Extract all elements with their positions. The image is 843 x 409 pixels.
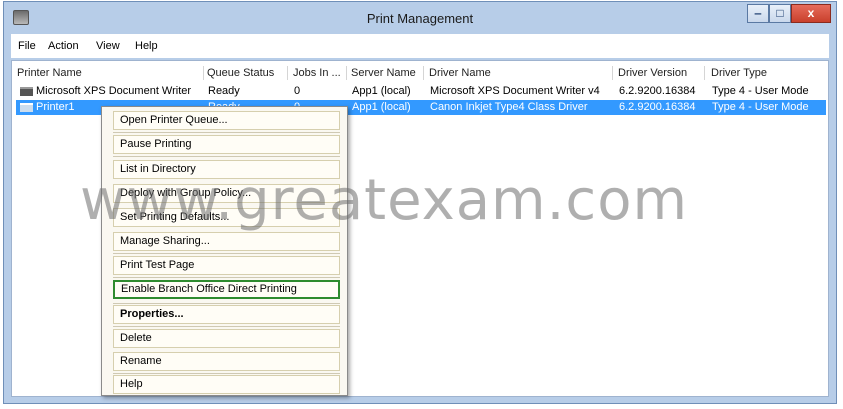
column-header-driver-type[interactable]: Driver Type [711, 67, 767, 79]
column-divider[interactable] [704, 66, 705, 80]
menu-separator [113, 326, 340, 327]
menu-item-manage-sharing[interactable]: Manage Sharing... [113, 232, 340, 251]
menu-item-pause-printing[interactable]: Pause Printing [113, 135, 340, 154]
menu-action[interactable]: Action [48, 40, 79, 52]
server-name-cell: App1 (local) [352, 85, 411, 97]
menu-item-print-test-page[interactable]: Print Test Page [113, 256, 340, 275]
close-button[interactable]: x [791, 4, 831, 23]
column-header-jobs-in-queue[interactable]: Jobs In ... [293, 67, 341, 79]
printer-icon [20, 103, 33, 112]
menu-help[interactable]: Help [135, 40, 158, 52]
driver-type-cell: Type 4 - User Mode [712, 101, 809, 113]
menu-file[interactable]: File [18, 40, 36, 52]
menu-bar: File Action View Help [11, 34, 829, 58]
window-title: Print Management [366, 11, 474, 26]
menu-view[interactable]: View [96, 40, 120, 52]
maximize-button[interactable]: □ [769, 4, 791, 23]
printer-icon [20, 87, 33, 96]
watermark-text: www.greatexam.com [80, 168, 689, 233]
menu-separator [113, 303, 340, 304]
title-bar[interactable]: Print Management ‒ □ x [4, 2, 836, 34]
menu-separator [113, 373, 340, 374]
jobs-in-queue-cell: 0 [294, 85, 301, 97]
menu-item-help[interactable]: Help [113, 375, 340, 394]
menu-separator [113, 277, 340, 278]
menu-item-open-printer-queue[interactable]: Open Printer Queue... [113, 111, 340, 130]
context-menu: Open Printer Queue... Pause Printing Lis… [101, 106, 348, 396]
column-header-driver-name[interactable]: Driver Name [429, 67, 491, 79]
driver-version-cell: 6.2.9200.16384 [619, 101, 696, 113]
column-divider[interactable] [203, 66, 204, 80]
table-row[interactable]: Microsoft XPS Document Writer Ready 0 Ap… [16, 84, 826, 99]
menu-item-delete[interactable]: Delete [113, 329, 340, 348]
printer-name-cell: Printer1 [36, 101, 75, 113]
queue-status-cell: Ready [208, 85, 240, 97]
menu-item-enable-branch-office-direct-printing[interactable]: Enable Branch Office Direct Printing [113, 280, 340, 299]
column-divider[interactable] [287, 66, 288, 80]
menu-separator [113, 132, 340, 133]
driver-version-cell: 6.2.9200.16384 [619, 85, 696, 97]
driver-type-cell: Type 4 - User Mode [712, 85, 809, 97]
server-name-cell: App1 (local) [352, 101, 411, 113]
menu-item-properties[interactable]: Properties... [113, 305, 340, 324]
printer-name-cell: Microsoft XPS Document Writer [36, 85, 192, 97]
driver-name-cell: Canon Inkjet Type4 Class Driver [430, 101, 588, 113]
column-header-printer-name[interactable]: Printer Name [17, 67, 82, 79]
column-divider[interactable] [612, 66, 613, 80]
menu-separator [113, 156, 340, 157]
column-header-queue-status[interactable]: Queue Status [207, 67, 274, 79]
minimize-button[interactable]: ‒ [747, 4, 769, 23]
column-header-driver-version[interactable]: Driver Version [618, 67, 687, 79]
column-header-server-name[interactable]: Server Name [351, 67, 416, 79]
menu-separator [113, 253, 340, 254]
column-divider[interactable] [346, 66, 347, 80]
driver-name-cell: Microsoft XPS Document Writer v4 [430, 85, 600, 97]
column-divider[interactable] [423, 66, 424, 80]
menu-item-rename[interactable]: Rename [113, 352, 340, 371]
